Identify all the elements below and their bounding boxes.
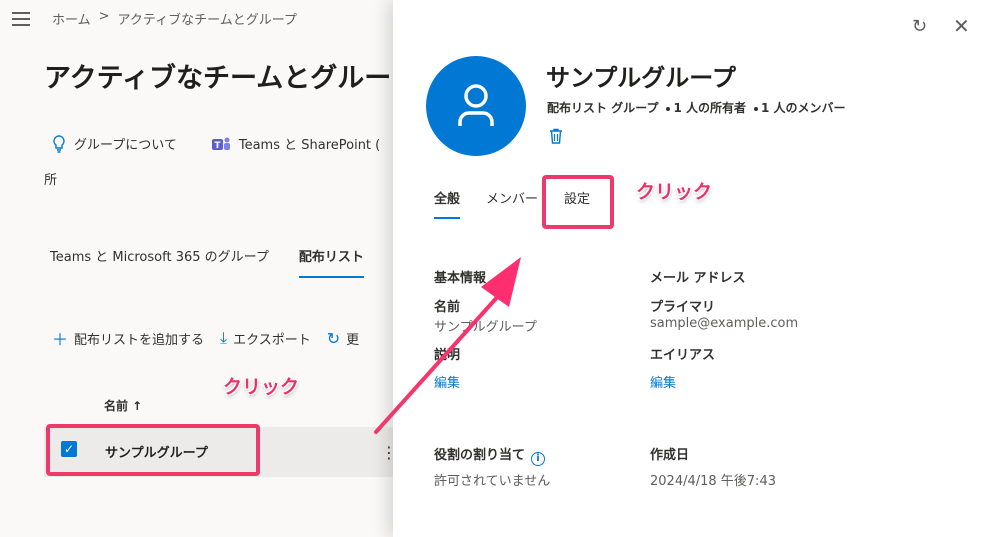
breadcrumb-current: アクティブなチームとグループ	[117, 13, 297, 28]
created-value: 2024/4/18 午後7:43	[650, 474, 776, 489]
panel-group-title: サンプルグループ	[546, 64, 736, 92]
chevron-right-icon: >	[98, 9, 110, 24]
role-assignment-label: 役割の割り当て i	[434, 444, 546, 466]
description-label: 説明	[434, 348, 461, 363]
about-groups-link[interactable]: グループについて	[74, 134, 177, 153]
column-header-name[interactable]: 名前 ↑	[104, 397, 142, 414]
tab-teams-m365-groups[interactable]: Teams と Microsoft 365 のグループ	[50, 246, 269, 265]
click-callout-right: クリック	[636, 181, 713, 203]
tab-members[interactable]: メンバー	[486, 188, 538, 207]
bullet-dot-icon	[666, 106, 671, 111]
name-value: サンプルグループ	[434, 320, 537, 335]
person-icon	[458, 84, 494, 126]
group-meta: 配布リスト グループ 1 人の所有者 1 人のメンバー	[547, 99, 846, 116]
add-distribution-list-button[interactable]: ＋配布リストを追加する	[52, 326, 204, 350]
members-count: 1 人のメンバー	[761, 101, 846, 115]
alias-label: エイリアス	[650, 348, 716, 363]
primary-email-label: プライマリ	[650, 300, 716, 315]
panel-refresh-icon[interactable]: ↻	[912, 16, 927, 37]
info-icon[interactable]: i	[531, 452, 546, 466]
toolbar: ＋配布リストを追加する ⤓ エクスポート ↻ 更	[52, 326, 359, 350]
download-icon: ⤓	[220, 328, 228, 347]
teams-icon: T	[211, 137, 230, 151]
page-title: アクティブなチームとグルー	[44, 63, 392, 94]
teams-sharepoint-link[interactable]: Teams と SharePoint (	[239, 134, 380, 153]
name-label: 名前	[434, 300, 461, 315]
click-callout-left: クリック	[223, 376, 300, 398]
owners-count: 1 人の所有者	[673, 101, 746, 115]
export-button[interactable]: ⤓ エクスポート	[220, 328, 311, 348]
created-label: 作成日	[650, 448, 690, 463]
role-assignment-value: 許可されていません	[434, 474, 551, 489]
info-links-wrap: 所	[44, 173, 58, 188]
close-icon[interactable]: ✕	[953, 14, 970, 38]
hamburger-menu-icon[interactable]	[12, 12, 30, 26]
bullet-dot-icon	[754, 106, 758, 111]
basic-info-heading: 基本情報	[434, 271, 487, 286]
background-tabs: Teams と Microsoft 365 のグループ 配布リスト	[50, 246, 364, 278]
trash-icon[interactable]	[549, 128, 563, 148]
plus-icon: ＋	[52, 330, 69, 349]
highlight-box-row	[46, 424, 260, 476]
refresh-button[interactable]: ↻ 更	[327, 329, 359, 348]
highlight-box-settings-tab	[542, 175, 614, 229]
breadcrumb: ホーム > アクティブなチームとグループ	[52, 9, 297, 28]
refresh-icon: ↻	[326, 328, 341, 348]
breadcrumb-home[interactable]: ホーム	[52, 9, 91, 28]
email-heading: メール アドレス	[650, 271, 746, 286]
email-edit-link[interactable]: 編集	[650, 372, 676, 391]
info-links: グループについて T Teams と SharePoint (	[52, 134, 380, 153]
tab-distribution-list[interactable]: 配布リスト	[298, 246, 364, 278]
primary-email-value: sample@example.com	[650, 316, 799, 331]
tab-general[interactable]: 全般	[434, 188, 461, 219]
group-type: 配布リスト グループ	[547, 101, 659, 115]
group-avatar	[426, 56, 526, 156]
lightbulb-icon	[53, 134, 65, 153]
basic-info-edit-link[interactable]: 編集	[434, 372, 460, 391]
svg-text:T: T	[214, 141, 221, 151]
